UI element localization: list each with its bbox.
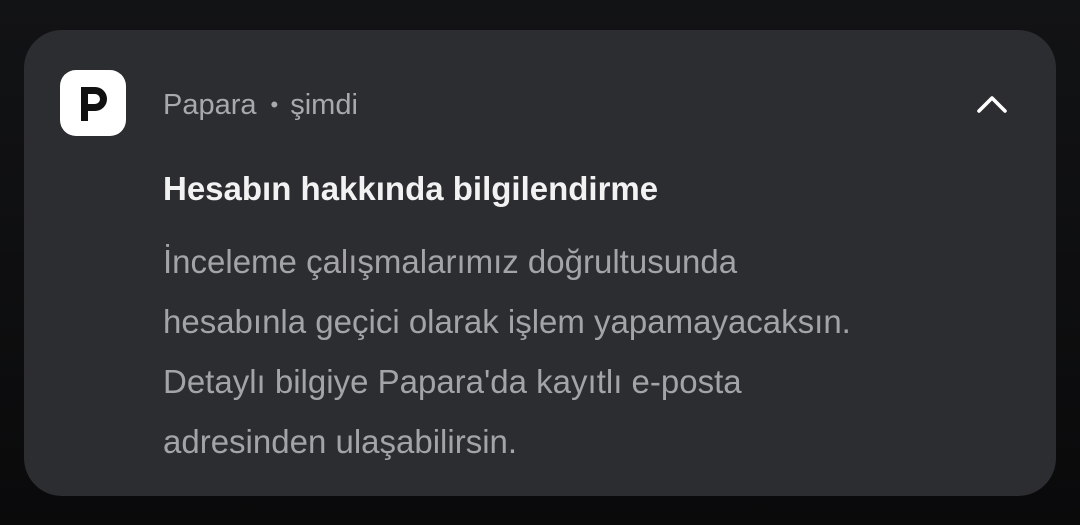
papara-logo-icon [60,70,126,136]
chevron-up-icon [977,96,1007,113]
collapse-button[interactable] [964,82,1020,126]
notification-title: Hesabın hakkında bilgilendirme [163,170,659,207]
notification-body-line: İnceleme çalışmalarımız doğrultusunda [163,243,738,280]
notification-body-line: Detaylı bilgiye Papara'da kayıtlı e-post… [163,363,742,400]
notification-card[interactable]: Papara • şimdi Hesabın hakkında bilgilen… [24,30,1056,496]
notification-header: Papara • şimdi [163,86,358,124]
notification-body-line: hesabınla geçici olarak işlem yapamayaca… [163,303,851,340]
app-name: Papara [163,88,257,121]
header-separator: • [270,92,279,117]
notification-time: şimdi [290,88,358,121]
notification-body-line: adresinden ulaşabilirsin. [163,423,518,460]
notification-body: İnceleme çalışmalarımız doğrultusunda he… [163,232,1023,472]
